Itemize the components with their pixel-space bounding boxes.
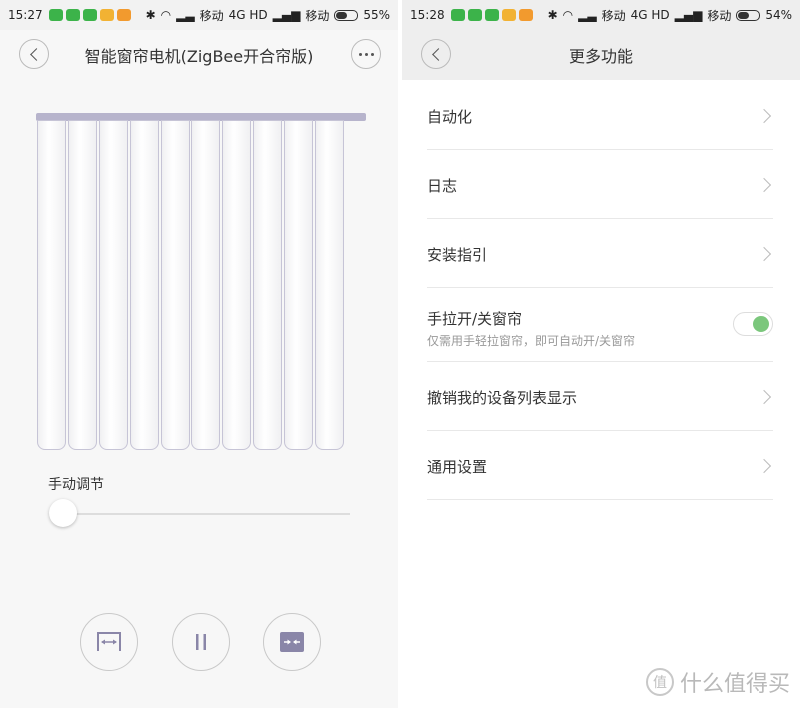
watermark-logo-icon: 值 bbox=[645, 668, 674, 696]
chevron-right-icon bbox=[756, 458, 772, 474]
wechat-icon bbox=[82, 9, 97, 21]
carrier-label: 移动 bbox=[707, 8, 732, 23]
wechat-icon bbox=[48, 9, 63, 21]
toggle-knob bbox=[753, 316, 769, 332]
carrier-label: 移动 bbox=[305, 8, 330, 23]
menu-item-hand-pull: 手拉开/关窗帘 仅需用手轻拉窗帘，即可自动开/关窗帘 bbox=[427, 288, 773, 362]
chevron-right-icon bbox=[756, 246, 772, 262]
curtain-fold bbox=[67, 120, 97, 450]
menu-item-label: 撤销我的设备列表显示 bbox=[427, 389, 578, 407]
battery-percent: 54% bbox=[765, 8, 792, 22]
position-slider-thumb[interactable] bbox=[49, 499, 77, 527]
menu-item-log[interactable]: 日志 bbox=[427, 150, 773, 219]
app-icon bbox=[99, 9, 114, 21]
manual-adjust-label: 手动调节 bbox=[48, 477, 104, 493]
more-dots-icon bbox=[358, 52, 374, 56]
notification-icons bbox=[450, 9, 533, 21]
curtain-control-screen: 15:27 ✱ ◠ ▂▃ 移动 4G HD ▂▄▆ 移动 55% 智能窗帘电机(… bbox=[0, 0, 398, 708]
open-curtain-button[interactable] bbox=[80, 613, 138, 671]
close-curtain-icon bbox=[280, 632, 304, 652]
menu-item-automation[interactable]: 自动化 bbox=[427, 81, 773, 150]
app-icon bbox=[518, 9, 533, 21]
network-label: 4G HD bbox=[228, 8, 268, 22]
curtain-fold bbox=[284, 120, 314, 450]
wifi-icon: ◠ bbox=[562, 8, 574, 22]
hand-pull-toggle[interactable] bbox=[733, 312, 773, 336]
settings-menu: 自动化 日志 安装指引 手拉开/关窗帘 仅需用手轻拉窗帘，即可自动开/关窗帘 撤… bbox=[427, 81, 773, 500]
wechat-icon bbox=[484, 9, 499, 21]
app-icon bbox=[116, 9, 131, 21]
menu-item-general-settings[interactable]: 通用设置 bbox=[427, 431, 773, 500]
wifi-icon: ◠ bbox=[160, 8, 172, 22]
open-curtain-icon bbox=[97, 632, 121, 651]
notification-icons bbox=[48, 9, 131, 21]
menu-item-hide-device[interactable]: 撤销我的设备列表显示 bbox=[427, 362, 773, 431]
curtain-fold bbox=[315, 120, 345, 450]
signal-icon: ▂▄▆ bbox=[674, 8, 703, 22]
battery-icon bbox=[334, 9, 359, 21]
menu-item-description: 仅需用手轻拉窗帘，即可自动开/关窗帘 bbox=[427, 334, 636, 348]
wechat-icon bbox=[467, 9, 482, 21]
menu-item-label: 日志 bbox=[427, 177, 458, 195]
back-button[interactable] bbox=[421, 39, 451, 69]
pause-icon bbox=[196, 634, 206, 650]
bluetooth-icon: ✱ bbox=[145, 8, 156, 22]
more-functions-screen: 15:28 ✱ ◠ ▂▃ 移动 4G HD ▂▄▆ 移动 54% 更多功能 自动… bbox=[402, 0, 800, 708]
page-title: 更多功能 bbox=[568, 47, 633, 66]
carrier-label: 移动 bbox=[601, 8, 626, 23]
menu-item-label: 自动化 bbox=[427, 108, 473, 126]
curtain-fold bbox=[253, 120, 283, 450]
curtain-fold bbox=[37, 120, 66, 450]
wechat-icon bbox=[65, 9, 80, 21]
chevron-right-icon bbox=[756, 108, 772, 124]
curtain-fold bbox=[160, 120, 190, 450]
app-icon bbox=[501, 9, 516, 21]
menu-item-install-guide[interactable]: 安装指引 bbox=[427, 219, 773, 288]
chevron-left-icon bbox=[29, 47, 43, 61]
curtain-fold bbox=[129, 120, 159, 450]
status-bar: 15:28 ✱ ◠ ▂▃ 移动 4G HD ▂▄▆ 移动 54% bbox=[402, 0, 800, 30]
status-time: 15:28 bbox=[410, 8, 445, 22]
curtain-illustration bbox=[36, 110, 366, 452]
battery-icon bbox=[736, 9, 761, 21]
network-label: 4G HD bbox=[630, 8, 670, 22]
menu-item-label: 安装指引 bbox=[427, 246, 488, 264]
nav-bar: 智能窗帘电机(ZigBee开合帘版) bbox=[0, 30, 398, 80]
position-slider-track[interactable] bbox=[60, 513, 350, 515]
menu-item-label: 通用设置 bbox=[427, 458, 488, 476]
back-button[interactable] bbox=[19, 39, 49, 69]
watermark-text: 什么值得买 bbox=[679, 672, 790, 697]
carrier-label: 移动 bbox=[199, 8, 224, 23]
status-time: 15:27 bbox=[8, 8, 43, 22]
pause-button[interactable] bbox=[172, 613, 230, 671]
battery-percent: 55% bbox=[363, 8, 390, 22]
watermark: 值 什么值得买 bbox=[645, 666, 790, 698]
curtain-fold bbox=[222, 120, 252, 450]
curtain-fold bbox=[191, 120, 221, 450]
chevron-left-icon bbox=[431, 47, 445, 61]
menu-item-label: 手拉开/关窗帘 bbox=[427, 310, 523, 328]
chevron-right-icon bbox=[756, 177, 772, 193]
signal-icon: ▂▄▆ bbox=[272, 8, 301, 22]
more-button[interactable] bbox=[351, 39, 381, 69]
close-curtain-button[interactable] bbox=[263, 613, 321, 671]
status-bar: 15:27 ✱ ◠ ▂▃ 移动 4G HD ▂▄▆ 移动 55% bbox=[0, 0, 398, 30]
signal-icon: ▂▃ bbox=[578, 8, 597, 22]
page-title: 智能窗帘电机(ZigBee开合帘版) bbox=[84, 47, 314, 66]
wechat-icon bbox=[450, 9, 465, 21]
bluetooth-icon: ✱ bbox=[547, 8, 558, 22]
chevron-right-icon bbox=[756, 389, 772, 405]
nav-bar: 更多功能 bbox=[402, 30, 800, 80]
curtain-folds bbox=[37, 120, 346, 450]
signal-icon: ▂▃ bbox=[176, 8, 195, 22]
curtain-fold bbox=[98, 120, 128, 450]
